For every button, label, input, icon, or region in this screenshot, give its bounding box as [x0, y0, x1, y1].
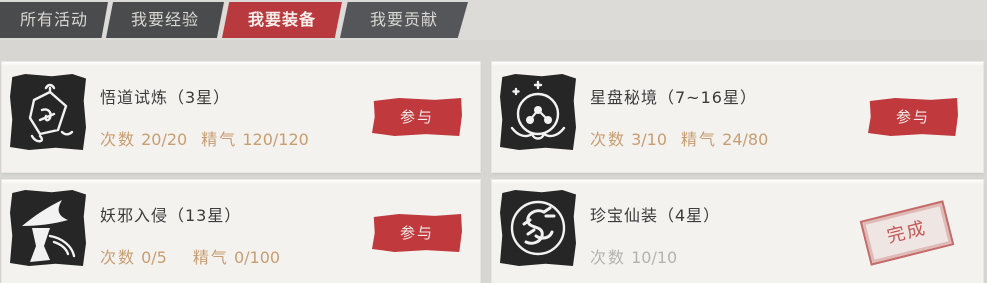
activity-stats: 次数 3/10 精气 24/80 — [590, 126, 768, 150]
count-value: 20/20 — [141, 130, 188, 149]
activity-card: 珍宝仙装（4星） 次数 10/10 完成 — [492, 180, 983, 283]
join-button[interactable]: 参与 — [868, 98, 958, 136]
category-tab-bar: 所有活动 我要经验 我要装备 我要贡献 — [0, 0, 987, 40]
join-button[interactable]: 参与 — [372, 98, 462, 136]
count-stat: 次数 0/5 — [100, 244, 167, 268]
count-stat: 次数 20/20 — [100, 126, 187, 150]
energy-label: 精气 — [681, 130, 718, 149]
activity-stats: 次数 10/10 — [590, 244, 677, 268]
energy-label: 精气 — [192, 248, 229, 267]
activity-title: 星盘秘境（7~16星） — [590, 88, 757, 107]
activity-stats: 次数 0/5 精气 0/100 — [100, 244, 280, 268]
swordsman-hat-icon — [10, 190, 86, 266]
activity-title: 妖邪入侵（13星） — [100, 206, 242, 225]
dragon-emblem-icon — [500, 190, 576, 266]
energy-value: 0/100 — [233, 248, 281, 267]
energy-stat: 精气 120/120 — [201, 126, 309, 150]
count-value: 0/5 — [141, 248, 167, 267]
activity-card: 悟道试炼（3星） 次数 20/20 精气 120/120 参与 — [2, 62, 480, 172]
count-label: 次数 — [590, 248, 627, 267]
dao-lantern-icon — [10, 74, 86, 150]
tab-experience[interactable]: 我要经验 — [106, 2, 224, 38]
join-button[interactable]: 参与 — [372, 214, 462, 252]
energy-stat: 精气 0/100 — [193, 244, 280, 268]
activity-card: 妖邪入侵（13星） 次数 0/5 精气 0/100 参与 — [2, 180, 480, 283]
energy-value: 24/80 — [722, 130, 769, 149]
activity-stats: 次数 20/20 精气 120/120 — [100, 126, 309, 150]
activity-title: 悟道试炼（3星） — [100, 88, 231, 107]
tab-equipment[interactable]: 我要装备 — [222, 2, 342, 38]
activity-card: 星盘秘境（7~16星） 次数 3/10 精气 24/80 参与 — [492, 62, 983, 172]
star-disc-icon — [500, 74, 576, 150]
count-label: 次数 — [590, 130, 627, 149]
count-stat: 次数 10/10 — [590, 244, 677, 268]
count-label: 次数 — [100, 248, 137, 267]
count-label: 次数 — [100, 130, 137, 149]
count-stat: 次数 3/10 — [590, 126, 667, 150]
count-value: 3/10 — [631, 130, 668, 149]
count-value: 10/10 — [631, 248, 678, 267]
completed-stamp: 完成 — [859, 200, 955, 266]
tab-all-activities[interactable]: 所有活动 — [0, 2, 108, 38]
energy-value: 120/120 — [242, 130, 309, 149]
tab-contribution[interactable]: 我要贡献 — [340, 2, 468, 38]
energy-label: 精气 — [201, 130, 238, 149]
activity-title: 珍宝仙装（4星） — [590, 206, 721, 225]
energy-stat: 精气 24/80 — [681, 126, 768, 150]
